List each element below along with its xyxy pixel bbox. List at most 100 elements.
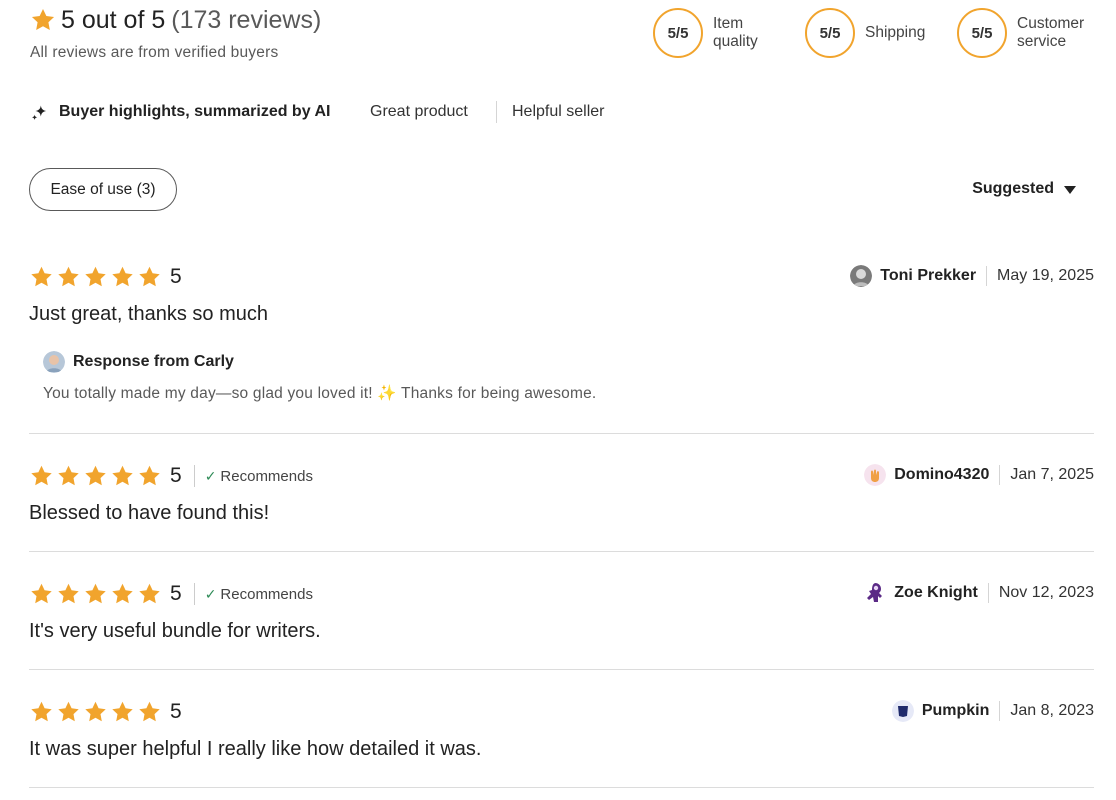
sparkles-emoji-icon: ✨ (377, 385, 397, 402)
star-icon (85, 583, 106, 604)
star-icon (58, 583, 79, 604)
summary-star-icon (31, 8, 55, 30)
caret-down-icon (1064, 186, 1076, 194)
reviewer-info: Domino4320 Jan 7, 2025 (864, 464, 1094, 486)
review-text: Blessed to have found this! (29, 502, 270, 524)
star-icon (85, 266, 106, 287)
score-shipping: 5/5 Shipping (805, 8, 925, 58)
review-date: Nov 12, 2023 (998, 584, 1094, 601)
star-icon (139, 266, 160, 287)
star-icon (31, 266, 52, 287)
highlight-divider (496, 101, 497, 123)
review-divider (29, 669, 1094, 670)
response-header: Response from Carly (43, 351, 596, 373)
star-icon (85, 701, 106, 722)
rating-summary-value: 5 out of 5 (61, 6, 166, 34)
star-icon (139, 465, 160, 486)
review-date: Jan 8, 2023 (1010, 702, 1094, 719)
score-item-quality: 5/5 Item quality (653, 8, 758, 58)
score-ring: 5/5 (957, 8, 1007, 58)
ai-highlights-title: Buyer highlights, summarized by AI (59, 103, 331, 120)
star-icon (85, 465, 106, 486)
review-stars: 5 ✓ Recommends (29, 582, 313, 606)
reviewer-name[interactable]: Pumpkin (922, 702, 990, 720)
reviewer-info: Toni Prekker May 19, 2025 (850, 265, 1094, 287)
ease-of-use-filter-chip[interactable]: Ease of use (3) (29, 168, 177, 211)
review-rating-value: 5 (170, 700, 182, 723)
score-ring: 5/5 (805, 8, 855, 58)
reviewer-info: Zoe Knight Nov 12, 2023 (864, 582, 1094, 604)
score-label-line: quality (713, 33, 758, 50)
rating-summary: 5 out of 5 (173 reviews) (61, 6, 321, 35)
review-divider (29, 433, 1094, 434)
score-label: Shipping (865, 24, 926, 41)
review-item: 5 Toni Prekker May 19, 2025 Just great, … (29, 265, 1094, 435)
score-label-line: service (1017, 33, 1067, 50)
review-item: 5 ✓ Recommends Domino4320 Jan 7, 2025 Ble… (29, 464, 1094, 554)
checkmark-icon: ✓ (204, 585, 217, 602)
sort-dropdown[interactable]: Suggested (972, 180, 1076, 198)
reviewer-info: Pumpkin Jan 8, 2023 (891, 700, 1094, 722)
response-title: Response from Carly (73, 353, 234, 370)
review-stars: 5 (29, 265, 182, 289)
star-icon (58, 465, 79, 486)
review-date: Jan 7, 2025 (1010, 466, 1094, 483)
seller-response: Response from Carly You totally made my … (43, 351, 596, 403)
review-date: May 19, 2025 (997, 267, 1094, 284)
review-text: It was super helpful I really like how d… (29, 738, 482, 760)
star-icon (112, 701, 133, 722)
reviewer-name[interactable]: Toni Prekker (880, 267, 976, 285)
review-divider (29, 551, 1094, 552)
review-stars: 5 (29, 700, 182, 724)
ai-sparkle-icon (31, 105, 47, 120)
reviewer-avatar[interactable] (850, 265, 873, 287)
response-text: You totally made my day—so glad you love… (43, 384, 596, 403)
reviewer-separator (999, 465, 1001, 485)
star-icon (139, 701, 160, 722)
reviewer-avatar[interactable] (891, 700, 914, 722)
recommends-label: Recommends (220, 467, 313, 485)
review-rating-value: 5 (170, 582, 182, 605)
score-label: Item quality (713, 15, 758, 51)
highlight-helpful-seller[interactable]: Helpful seller (512, 103, 604, 121)
highlight-great-product[interactable]: Great product (370, 103, 468, 121)
response-text-part: You totally made my day—so glad you love… (43, 385, 378, 402)
score-label-line: Item (713, 15, 744, 32)
star-icon (31, 465, 52, 486)
star-icon (31, 701, 52, 722)
review-divider (29, 787, 1094, 788)
recommends-badge: ✓ Recommends (193, 465, 313, 487)
star-icon (139, 583, 160, 604)
reviewer-avatar[interactable] (864, 582, 886, 604)
sort-label: Suggested (972, 180, 1054, 197)
star-icon (112, 266, 133, 287)
review-item: 5 ✓ Recommends Zoe Knight Nov 12, 2023 It… (29, 582, 1094, 672)
review-stars: 5 ✓ Recommends (29, 464, 313, 488)
reviewer-separator (999, 701, 1001, 721)
star-icon (58, 266, 79, 287)
review-rating-value: 5 (170, 265, 182, 288)
reviewer-separator (987, 583, 989, 603)
review-text: It's very useful bundle for writers. (29, 620, 321, 642)
reviewer-name[interactable]: Zoe Knight (894, 584, 978, 602)
reviewer-name[interactable]: Domino4320 (894, 466, 989, 484)
score-label-line: Customer (1017, 15, 1085, 32)
score-label: Customer service (1017, 15, 1084, 51)
seller-avatar (43, 351, 65, 373)
review-text: Just great, thanks so much (29, 303, 269, 325)
star-icon (58, 701, 79, 722)
review-rating-value: 5 (170, 464, 182, 487)
recommends-label: Recommends (220, 585, 313, 603)
reviewer-separator (986, 266, 988, 286)
review-item: 5 Pumpkin Jan 8, 2023 It was super helpf… (29, 700, 1094, 790)
reviewer-avatar[interactable] (864, 464, 887, 486)
response-text-part: Thanks for being awesome. (396, 385, 597, 402)
star-icon (112, 583, 133, 604)
star-icon (112, 465, 133, 486)
recommends-badge: ✓ Recommends (193, 583, 313, 605)
star-icon (31, 583, 52, 604)
verified-buyers-note: All reviews are from verified buyers (30, 44, 279, 61)
score-ring: 5/5 (653, 8, 703, 58)
review-count: (173 reviews) (171, 6, 322, 34)
score-customer-service: 5/5 Customer service (957, 8, 1084, 58)
